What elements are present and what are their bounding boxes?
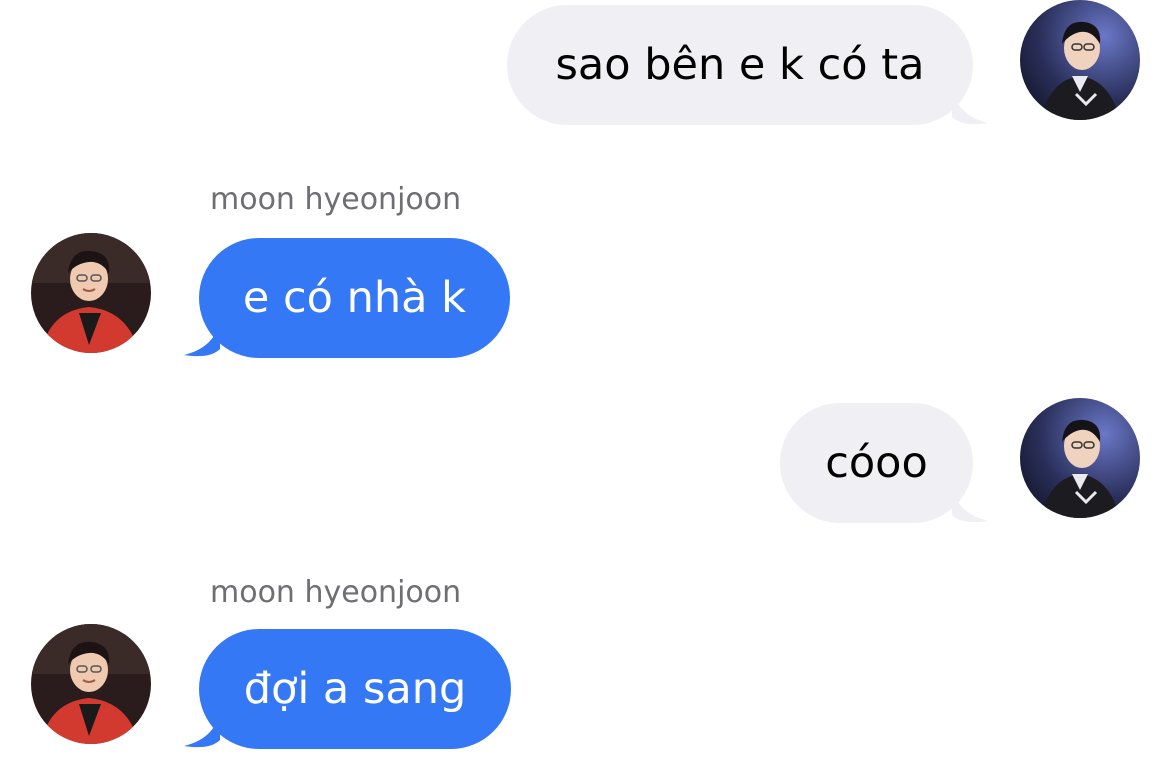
bubble-tail-icon	[952, 87, 992, 127]
bubble-tail-icon	[180, 319, 220, 359]
outgoing-message-bubble[interactable]: sao bên e k có ta	[507, 5, 973, 125]
message-text: cóoo	[825, 438, 928, 488]
chat-thread: sao bên e k có ta moon hyeonjoon e có nh…	[0, 0, 1170, 768]
bubble-tail-icon	[952, 485, 992, 525]
user-avatar-icon[interactable]	[1020, 0, 1140, 120]
contact-avatar-icon[interactable]	[31, 233, 151, 353]
outgoing-message-bubble[interactable]: cóoo	[780, 403, 973, 523]
contact-avatar-icon[interactable]	[31, 624, 151, 744]
incoming-message-bubble[interactable]: đợi a sang	[199, 629, 511, 749]
bubble-tail-icon	[180, 710, 220, 750]
user-avatar-icon[interactable]	[1020, 398, 1140, 518]
message-text: đợi a sang	[243, 664, 467, 714]
sender-name: moon hyeonjoon	[210, 182, 462, 217]
incoming-message-bubble[interactable]: e có nhà k	[199, 238, 510, 358]
sender-name: moon hyeonjoon	[210, 575, 462, 610]
message-text: e có nhà k	[242, 273, 467, 323]
message-text: sao bên e k có ta	[555, 40, 925, 90]
